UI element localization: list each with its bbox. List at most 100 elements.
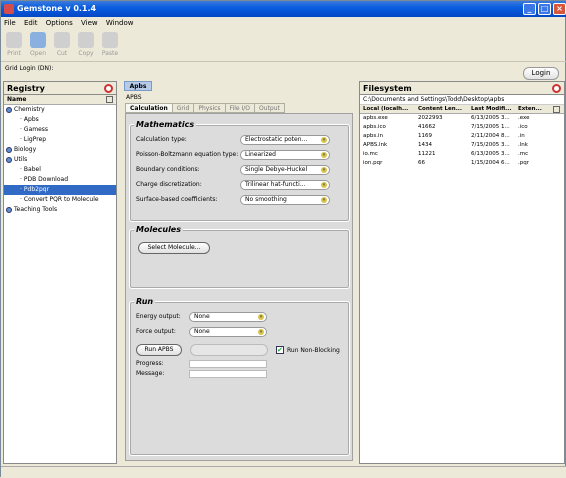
menu-edit[interactable]: Edit [21,18,41,29]
tree-item[interactable]: · Pdb2pqr [4,185,116,195]
tree-item[interactable]: Utils [4,155,116,165]
progress-bar [189,360,267,368]
file-cell: 2/11/2004 8... [471,133,510,139]
run-nonblocking-checkbox[interactable]: ✔ [276,346,284,354]
print-button[interactable]: Print [3,32,25,57]
file-cell: apbs.ico [363,124,386,130]
tree-item-label: PDB Download [23,176,69,183]
file-cell: apbs.in [363,133,383,139]
copy-button[interactable]: Copy [75,32,97,57]
tab-physics[interactable]: Physics [193,103,226,113]
file-row[interactable]: apbs.ico 41662 7/15/2005 1... .ico [360,123,564,132]
file-cell: .ico [518,124,528,130]
tab-grid[interactable]: Grid [171,103,195,113]
tree-item[interactable]: · LigPrep [4,135,116,145]
energy-output-label: Energy output: [136,313,181,320]
math-row-select[interactable]: Linearized ▾ [240,150,330,160]
run-apbs-button[interactable]: Run APBS [136,344,182,356]
menu-file[interactable]: File [1,18,19,29]
chevron-down-icon: ▾ [321,137,327,143]
filesystem-panel: Filesystem C:\Documents and Settings\Tod… [359,81,565,464]
tab-calculation[interactable]: Calculation [125,103,173,113]
app-icon [4,4,14,14]
printer-icon [6,32,22,48]
registry-header: Registry [4,82,116,95]
col-last-modified[interactable]: Last Modifi... [471,105,516,114]
file-cell: 41662 [418,124,436,130]
file-cell: 11221 [418,151,436,157]
col-extension[interactable]: Exten... [518,105,548,114]
registry-tree: Chemistry · Apbs · Gamess · LigPrep Biology Util… [4,105,116,215]
molecules-title: Molecules [134,225,183,234]
menu-window[interactable]: Window [103,18,137,29]
tree-item-label: Teaching Tools [14,206,58,213]
tree-item[interactable]: · Gamess [4,125,116,135]
tree-item-label: Apbs [23,116,39,123]
math-row-label: Charge discretization: [136,181,202,188]
math-row-select[interactable]: No smoothing ▾ [240,195,330,205]
file-cell: 1434 [418,142,432,148]
tree-item[interactable]: Teaching Tools [4,205,116,215]
select-molecule-button[interactable]: Select Molecule... [138,242,210,254]
energy-output-select[interactable]: None ▾ [189,312,267,322]
force-output-label: Force output: [136,328,176,335]
tree-item[interactable]: · PDB Download [4,175,116,185]
tree-item-label: Chemistry [14,106,45,113]
maximize-button[interactable]: □ [538,3,551,15]
tree-line-icon: · [20,196,22,203]
file-cell: apbs.exe [363,115,388,121]
col-content-length[interactable]: Content Len... [418,105,468,114]
file-row[interactable]: ion.pqr 66 1/15/2004 6... .pqr [360,159,564,168]
tree-line-icon: · [20,166,22,173]
close-icon[interactable] [552,84,561,93]
node-icon [6,206,12,213]
tab-output[interactable]: Output [254,103,285,113]
registry-column-header[interactable]: Name [4,95,116,105]
tree-item[interactable]: Biology [4,145,116,155]
file-cell: .in [518,133,525,139]
file-row[interactable]: io.mc 11221 6/13/2005 3... .mc [360,150,564,159]
col-local[interactable]: Local (localh... [363,105,415,114]
tree-item[interactable]: Chemistry [4,105,116,115]
close-button[interactable]: × [553,3,566,15]
file-cell: 2022993 [418,115,443,121]
run-group: Run Energy output: None ▾ Force output: N… [129,297,350,456]
apbs-panel: Apbs APBS Calculation Grid Physics File I/O… [122,81,355,464]
tab-file-io[interactable]: File I/O [224,103,256,113]
paste-icon [102,32,118,48]
grid-login-label: Grid Login (DN): [5,65,54,72]
mathematics-title: Mathematics [134,120,197,129]
tree-item[interactable]: · Apbs [4,115,116,125]
column-menu-icon[interactable] [553,106,560,113]
menu-options[interactable]: Options [43,18,76,29]
login-button[interactable]: Login [523,67,559,80]
open-button[interactable]: Open [27,32,49,57]
tree-item[interactable]: · Babel [4,165,116,175]
tree-line-icon: · [20,186,22,193]
math-row-select[interactable]: Electrostatic poten... ▾ [240,135,330,145]
math-row-select[interactable]: Single Debye-Huckel ▾ [240,165,330,175]
file-row[interactable]: apbs.exe 2022993 6/13/2005 3... .exe [360,114,564,123]
minimize-button[interactable]: _ [523,3,536,15]
force-output-select[interactable]: None ▾ [189,327,267,337]
file-row[interactable]: apbs.in 1169 2/11/2004 8... .in [360,132,564,141]
math-row-select[interactable]: Trilinear hat-functi... ▾ [240,180,330,190]
file-cell: 66 [418,160,425,166]
menu-view[interactable]: View [78,18,101,29]
column-menu-icon[interactable] [106,96,113,103]
file-cell: io.mc [363,151,378,157]
file-row[interactable]: APBS.lnk 1434 7/15/2005 3... .lnk [360,141,564,150]
paste-button[interactable]: Paste [99,32,121,57]
tab-apbs[interactable]: Apbs [124,81,152,91]
message-label: Message: [136,370,165,377]
cut-button[interactable]: Cut [51,32,73,57]
filesystem-path: C:\Documents and Settings\Todd\Desktop\a… [360,95,564,105]
tree-item[interactable]: · Convert PQR to Molecule [4,195,116,205]
chevron-down-icon: ▾ [321,182,327,188]
tree-line-icon: · [20,136,22,143]
math-row-label: Poisson-Boltzmann equation type: [136,151,239,158]
close-icon[interactable] [104,84,113,93]
molecules-group: Molecules Select Molecule... [129,225,350,289]
math-row-label: Surface-based coefficients: [136,196,218,203]
file-cell: APBS.lnk [363,142,388,148]
